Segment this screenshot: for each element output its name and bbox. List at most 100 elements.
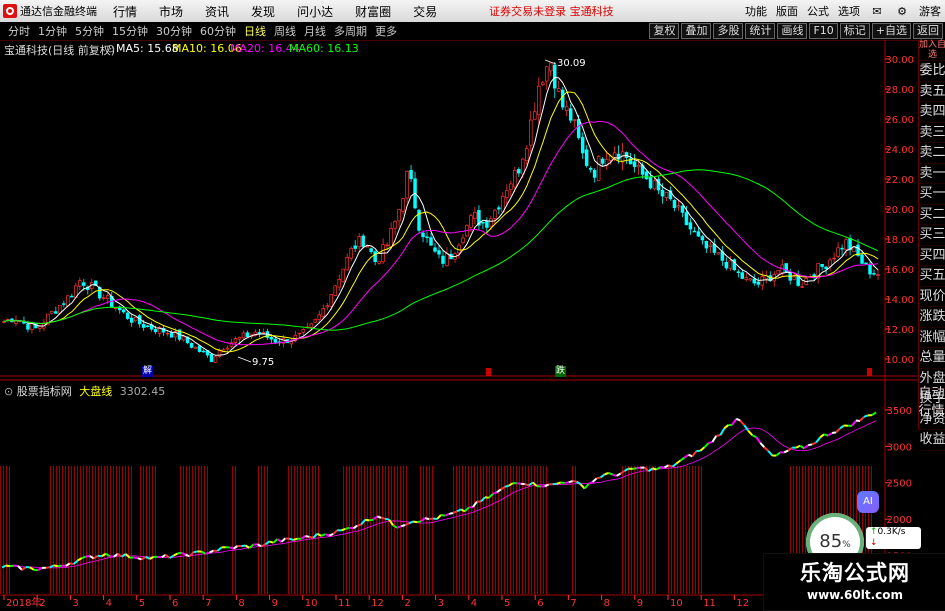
candle bbox=[478, 210, 481, 225]
side-item[interactable]: 卖四 bbox=[919, 102, 945, 123]
indicator-segment bbox=[473, 502, 477, 508]
candle bbox=[154, 329, 157, 331]
candle bbox=[398, 210, 401, 221]
period-more[interactable]: 更多 bbox=[375, 23, 397, 39]
menu-formula[interactable]: 公式 bbox=[807, 3, 829, 19]
indicator-segment bbox=[760, 443, 764, 447]
side-item[interactable]: 收益 bbox=[919, 430, 945, 451]
x-tick-label: 12 bbox=[371, 598, 384, 609]
period-monthly[interactable]: 月线 bbox=[304, 23, 326, 39]
menu-item-quotes[interactable]: 行情 bbox=[113, 3, 137, 20]
event-marker-drop[interactable]: 跌 bbox=[555, 366, 566, 377]
indicator-segment bbox=[800, 446, 804, 449]
period-5min[interactable]: 5分钟 bbox=[75, 23, 104, 39]
menu-options[interactable]: 选项 bbox=[838, 3, 860, 19]
candle bbox=[633, 162, 636, 167]
indicator-segment bbox=[186, 555, 190, 557]
side-item[interactable]: 委比 bbox=[919, 61, 945, 82]
add-favorite-button[interactable]: 加入自选 bbox=[919, 40, 945, 61]
indicator-name[interactable]: 股票指标网 bbox=[17, 385, 72, 398]
candle bbox=[150, 325, 153, 329]
side-item[interactable]: 总量 bbox=[919, 348, 945, 369]
side-item[interactable]: 买一 bbox=[919, 184, 945, 205]
trade-login-warning[interactable]: 证券交易未登录 宝通科技 bbox=[489, 3, 614, 19]
indicator-segment bbox=[589, 482, 593, 484]
side-item[interactable]: 现价 bbox=[919, 287, 945, 308]
price-tick-label: 26.00 bbox=[885, 115, 914, 126]
side-item[interactable]: 涨幅 bbox=[919, 328, 945, 349]
tool-restore-rights[interactable]: 复权 bbox=[649, 23, 679, 39]
tool-f10[interactable]: F10 bbox=[809, 23, 837, 39]
indicator-title: ⊙ 股票指标网 大盘线 3302.45 bbox=[4, 383, 165, 399]
tool-back[interactable]: 返回 bbox=[913, 23, 943, 39]
period-multi[interactable]: 多周期 bbox=[334, 23, 367, 39]
menu-item-market[interactable]: 市场 bbox=[159, 3, 183, 20]
indicator-segment bbox=[106, 554, 110, 556]
tool-add-watchlist[interactable]: +自选 bbox=[872, 23, 911, 39]
side-item[interactable]: 卖二 bbox=[919, 143, 945, 164]
tool-mark[interactable]: 标记 bbox=[840, 23, 870, 39]
menu-layout[interactable]: 版面 bbox=[776, 3, 798, 19]
menu-item-discover[interactable]: 发现 bbox=[251, 3, 275, 20]
candle bbox=[46, 314, 49, 325]
quote-label[interactable]: 行情 bbox=[918, 403, 945, 421]
period-daily[interactable]: 日线 bbox=[244, 23, 266, 39]
period-weekly[interactable]: 周线 bbox=[274, 23, 296, 39]
side-item[interactable]: 买二 bbox=[919, 205, 945, 226]
x-tick-label: 10 bbox=[305, 598, 318, 609]
candle bbox=[765, 276, 768, 279]
side-item[interactable]: 买四 bbox=[919, 246, 945, 267]
side-item[interactable]: 买三 bbox=[919, 225, 945, 246]
candle bbox=[857, 245, 860, 255]
candle bbox=[565, 107, 568, 111]
candle bbox=[501, 196, 504, 212]
period-30min[interactable]: 30分钟 bbox=[156, 23, 192, 39]
indicator-segment bbox=[150, 557, 154, 559]
chart-area[interactable]: 10.0012.0014.0016.0018.0020.0022.0024.00… bbox=[0, 0, 945, 609]
side-item[interactable]: 卖三 bbox=[919, 123, 945, 144]
candle bbox=[438, 251, 441, 255]
indicator-segment bbox=[369, 520, 373, 521]
message-icon[interactable]: ✉ bbox=[869, 5, 885, 18]
tool-statistics[interactable]: 统计 bbox=[745, 23, 775, 39]
indicator-settings-icon[interactable]: ⊙ bbox=[4, 385, 13, 398]
candle bbox=[390, 228, 393, 246]
menu-item-trade[interactable]: 交易 bbox=[413, 3, 437, 20]
event-marker[interactable] bbox=[867, 368, 872, 376]
side-item[interactable]: 买五 bbox=[919, 266, 945, 287]
ma10-line bbox=[4, 92, 878, 352]
period-tick[interactable]: 分时 bbox=[8, 23, 30, 39]
indicator-segment bbox=[66, 563, 70, 565]
indicator-segment bbox=[174, 553, 178, 555]
auto-label[interactable]: 自动 bbox=[918, 385, 945, 403]
settings-icon[interactable]: ⚙ bbox=[894, 5, 910, 18]
user-label[interactable]: 游客 bbox=[919, 3, 941, 19]
period-1min[interactable]: 1分钟 bbox=[38, 23, 67, 39]
ai-assistant-button[interactable]: AI bbox=[857, 491, 879, 513]
period-15min[interactable]: 15分钟 bbox=[112, 23, 148, 39]
indicator-segment bbox=[764, 447, 768, 451]
event-marker-unlock[interactable]: 解 bbox=[142, 366, 153, 377]
quote-side-panel: 加入自选 委比 卖五 卖四 卖三 卖二 卖一 买一 买二 买三 买四 买五 现价… bbox=[918, 40, 945, 430]
candle bbox=[338, 279, 341, 287]
candle bbox=[210, 354, 213, 361]
candle bbox=[19, 321, 22, 322]
candle bbox=[573, 120, 576, 121]
period-60min[interactable]: 60分钟 bbox=[200, 23, 236, 39]
tool-overlay[interactable]: 叠加 bbox=[681, 23, 711, 39]
side-item[interactable]: 涨跌 bbox=[919, 307, 945, 328]
event-marker[interactable] bbox=[486, 368, 491, 376]
tool-draw-line[interactable]: 画线 bbox=[777, 23, 807, 39]
tool-multi-stock[interactable]: 多股 bbox=[713, 23, 743, 39]
menu-item-wealth[interactable]: 财富圈 bbox=[355, 3, 391, 20]
candle bbox=[577, 119, 580, 137]
menu-item-news[interactable]: 资讯 bbox=[205, 3, 229, 20]
side-item[interactable]: 卖一 bbox=[919, 164, 945, 185]
indicator-segment bbox=[664, 465, 668, 467]
indicator-segment bbox=[836, 428, 840, 432]
candle bbox=[605, 159, 608, 166]
side-item[interactable]: 卖五 bbox=[919, 82, 945, 103]
candle bbox=[74, 286, 77, 298]
menu-item-ask[interactable]: 问小达 bbox=[297, 3, 333, 20]
menu-function[interactable]: 功能 bbox=[745, 3, 767, 19]
